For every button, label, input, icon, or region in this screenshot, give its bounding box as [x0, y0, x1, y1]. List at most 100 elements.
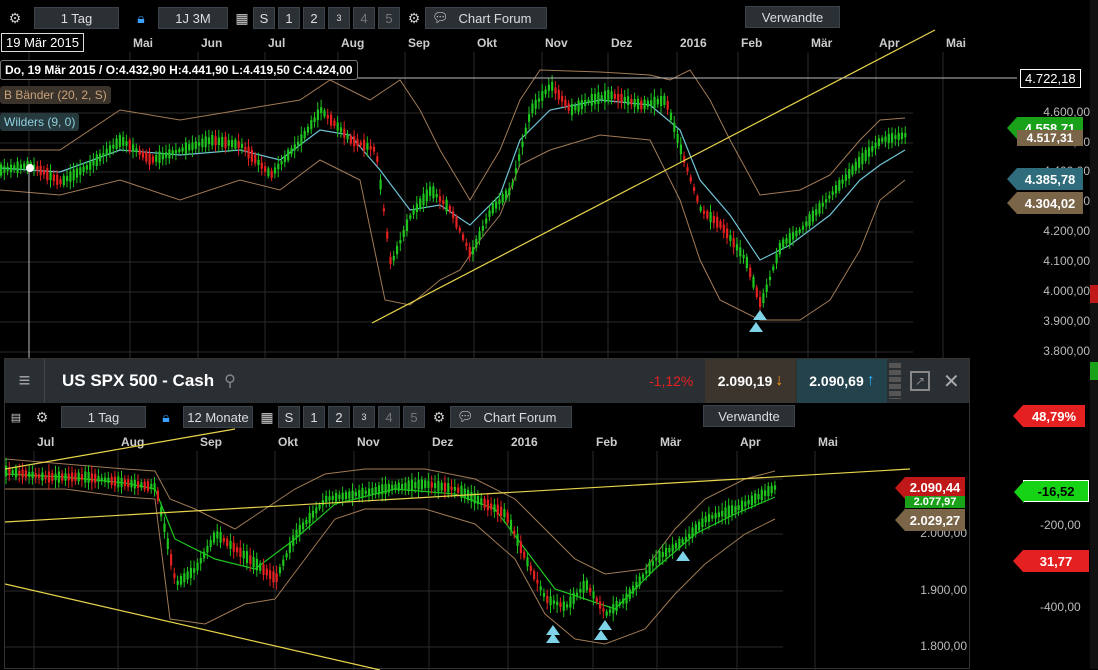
candle-body	[750, 495, 753, 505]
candle-body	[575, 592, 579, 597]
candle-body	[874, 142, 877, 149]
candle-body	[5, 465, 8, 477]
candle-body	[148, 153, 151, 165]
candle-body	[731, 505, 734, 516]
candle-body	[539, 586, 542, 591]
right-value-tag: -16,52	[1014, 480, 1089, 503]
candle-body	[858, 156, 861, 168]
candle-body	[599, 601, 602, 609]
candle-body	[117, 476, 120, 488]
y-tick-label: 4.100,00	[1043, 254, 1090, 268]
candles	[0, 75, 907, 314]
candle-body	[544, 89, 547, 95]
candle-body	[141, 151, 145, 158]
signal-marker-icon	[676, 551, 690, 561]
candle-body	[52, 174, 55, 182]
candle-body	[772, 266, 775, 271]
candle-body	[605, 611, 608, 616]
candle-body	[174, 150, 178, 154]
candle-body	[734, 506, 737, 513]
moving-average	[0, 99, 906, 261]
y-tick-label: 3.800,00	[1043, 344, 1090, 358]
candle-body	[785, 238, 788, 244]
candle-body	[201, 138, 204, 148]
candle-body	[54, 473, 57, 481]
candle-body	[688, 533, 691, 539]
candle-body	[768, 276, 772, 281]
candle-body	[811, 210, 814, 222]
candle-body	[425, 189, 428, 202]
candle-body	[212, 532, 216, 543]
candle-body	[894, 135, 897, 140]
candle-body	[556, 601, 559, 606]
candle-body	[475, 239, 478, 248]
candle-body	[348, 491, 351, 499]
candle-body	[170, 554, 173, 566]
candle-body	[607, 89, 610, 102]
candle-body	[61, 473, 64, 481]
candle-body	[630, 99, 633, 105]
candle-body	[229, 540, 232, 549]
candle-body	[504, 190, 508, 200]
candle-body	[524, 127, 527, 135]
candle-body	[729, 235, 732, 241]
candle-body	[306, 126, 310, 133]
candle-body	[115, 138, 118, 150]
candle-body	[755, 287, 758, 297]
candle-body	[23, 163, 26, 169]
candle-body	[335, 493, 338, 502]
candle-body	[732, 237, 735, 248]
candle-body	[506, 512, 509, 523]
candle-body	[707, 514, 711, 522]
candle-body	[356, 138, 359, 147]
candle-body	[363, 139, 366, 151]
candle-body	[99, 153, 102, 162]
candle-body	[46, 168, 49, 181]
candle-body	[821, 202, 824, 207]
candle-body	[500, 506, 503, 517]
candle-body	[589, 587, 592, 593]
candle-body	[278, 567, 282, 574]
candle-body	[610, 91, 613, 99]
candle-body	[6, 166, 9, 172]
candle-body	[318, 504, 321, 509]
candle-body	[39, 165, 42, 176]
candle-body	[259, 563, 262, 571]
candle-body	[503, 509, 506, 518]
candle-body	[481, 226, 484, 231]
candle-body	[533, 570, 536, 580]
candle-body	[719, 221, 722, 228]
candle-body	[434, 482, 437, 489]
candle-body	[513, 530, 516, 535]
candle-body	[369, 146, 372, 150]
candle-body	[714, 513, 717, 519]
candle-body	[392, 256, 395, 261]
candle-body	[686, 167, 689, 172]
spx-price-chart[interactable]	[5, 359, 969, 670]
candle-body	[760, 489, 763, 501]
candle-body	[181, 147, 184, 152]
candle-body	[752, 276, 755, 288]
candle-body	[353, 136, 356, 147]
candle-body	[290, 148, 293, 155]
candle-body	[325, 495, 328, 503]
candle-body	[311, 510, 315, 518]
candle-body	[663, 95, 666, 106]
candle-body	[193, 568, 196, 573]
candle-body	[585, 580, 588, 591]
candle-body	[651, 560, 654, 566]
candle-body	[521, 141, 524, 148]
candle-body	[132, 144, 135, 152]
candle-body	[237, 141, 240, 148]
candle-body	[252, 556, 255, 568]
candle-body	[260, 162, 263, 169]
candle-body	[146, 481, 150, 491]
candle-body	[594, 93, 597, 105]
candle-body	[658, 550, 661, 563]
candle-body	[313, 117, 316, 123]
candle-body	[102, 153, 105, 157]
candle-body	[476, 495, 480, 505]
candle-body	[735, 244, 739, 251]
candle-body	[339, 127, 343, 133]
upper-band	[0, 69, 906, 201]
